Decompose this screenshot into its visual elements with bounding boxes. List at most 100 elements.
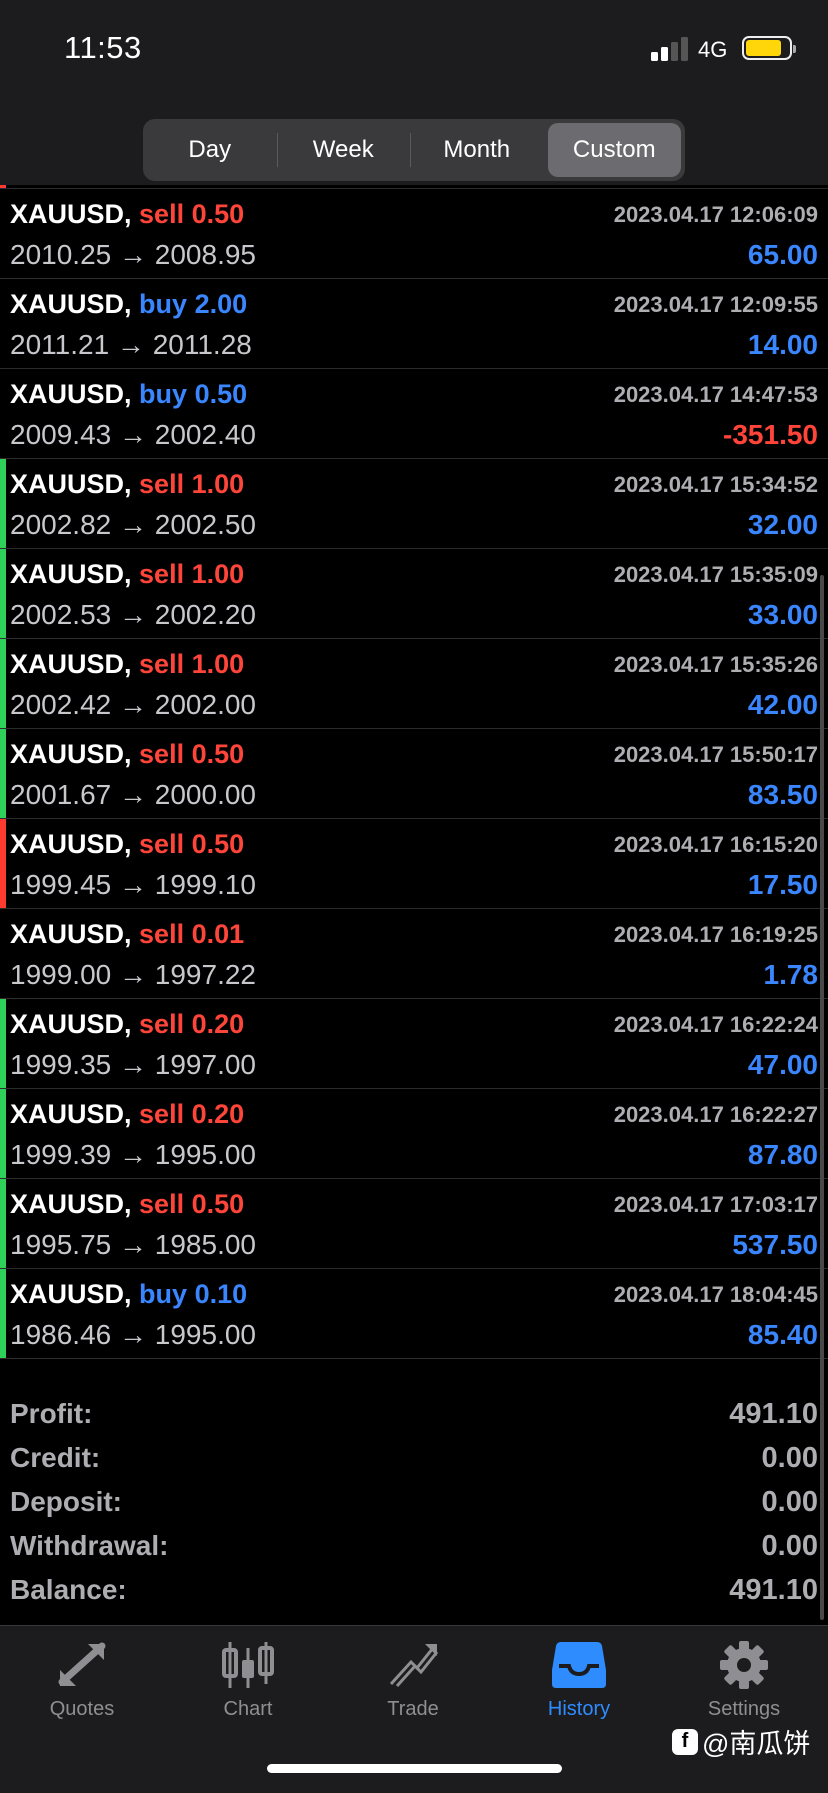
summary-label: Profit: <box>10 1398 93 1429</box>
chart-icon <box>222 1642 274 1688</box>
tab-trade[interactable]: Trade <box>343 1640 483 1721</box>
trade-volume: 1.00 <box>191 469 245 499</box>
trade-row[interactable]: XAUUSD, sell 1.00 2023.04.17 15:35:09 2002… <box>0 549 828 639</box>
home-indicator[interactable] <box>267 1764 562 1773</box>
trade-side: sell <box>139 199 185 229</box>
trade-row[interactable]: XAUUSD, sell 0.50 2023.04.17 12:06:09 2010… <box>0 189 828 279</box>
trade-symbol-line: XAUUSD, buy 0.10 <box>10 1279 247 1310</box>
tab-month[interactable]: Month <box>410 119 544 181</box>
trade-row[interactable]: XAUUSD, sell 0.20 2023.04.17 16:22:27 1999… <box>0 1089 828 1179</box>
tab-week[interactable]: Week <box>276 119 411 181</box>
trade-profit: 537.50 <box>732 1229 818 1260</box>
tab-settings[interactable]: Settings <box>674 1640 814 1721</box>
scrollbar[interactable] <box>820 575 824 1620</box>
trade-volume: 0.50 <box>191 199 245 229</box>
close-price: 1997.00 <box>154 1049 256 1080</box>
trade-symbol: XAUUSD, <box>10 1189 132 1219</box>
trade-row[interactable]: XAUUSD, sell 0.50 2023.04.17 15:50:17 2001… <box>0 729 828 819</box>
trade-symbol-line: XAUUSD, sell 0.01 <box>10 919 244 950</box>
trade-prices: 1986.46 → 1995.00 <box>10 1319 256 1350</box>
trade-profit: 65.00 <box>747 239 818 270</box>
trade-symbol-line: XAUUSD, sell 1.00 <box>10 469 244 500</box>
trade-symbol-line: XAUUSD, sell 0.20 <box>10 1009 244 1040</box>
summary-row: Credit: 0.00 <box>0 1438 828 1482</box>
trade-side: sell <box>139 1189 185 1219</box>
trade-profit: 33.00 <box>747 599 818 630</box>
summary-row: Profit: 491.10 <box>0 1394 828 1438</box>
trade-row[interactable]: XAUUSD, buy 0.10 2023.04.17 18:04:45 1986.… <box>0 1269 828 1359</box>
tab-chart[interactable]: Chart <box>178 1640 318 1721</box>
trade-profit: 85.40 <box>747 1319 818 1350</box>
trade-symbol: XAUUSD, <box>10 559 132 589</box>
trade-symbol-line: XAUUSD, sell 0.50 <box>10 829 244 860</box>
trade-prices: 2002.53 → 2002.20 <box>10 599 256 630</box>
trade-profit: 42.00 <box>747 689 818 720</box>
summary-row: Deposit: 0.00 <box>0 1482 828 1526</box>
trade-row[interactable]: XAUUSD, buy 0.50 2023.04.17 14:47:53 2009.… <box>0 369 828 459</box>
trade-datetime: 2023.04.17 16:22:24 <box>613 1012 818 1037</box>
trade-row[interactable]: XAUUSD, buy 2.00 2023.04.17 12:09:55 2011.… <box>0 279 828 369</box>
trade-icon <box>389 1644 439 1688</box>
summary-value: 0.00 <box>761 1442 818 1474</box>
trade-prices: 2001.67 → 2000.00 <box>10 779 256 810</box>
close-price: 1985.00 <box>154 1229 256 1260</box>
trade-symbol: XAUUSD, <box>10 379 132 409</box>
trade-symbol: XAUUSD, <box>10 829 132 859</box>
trade-volume: 0.10 <box>194 1279 248 1309</box>
open-price: 1986.46 <box>10 1319 112 1350</box>
open-price: 2002.42 <box>10 689 112 720</box>
tab-custom[interactable]: Custom <box>547 123 681 177</box>
watermark: f @南瓜饼 <box>672 1722 810 1761</box>
trade-profit: 14.00 <box>747 329 818 360</box>
summary-label: Credit: <box>10 1442 101 1473</box>
trade-row[interactable]: XAUUSD, sell 0.20 2023.04.17 16:22:24 1999… <box>0 999 828 1089</box>
trade-prices: 2009.43 → 2002.40 <box>10 419 256 450</box>
close-price: 2000.00 <box>154 779 256 810</box>
trade-symbol: XAUUSD, <box>10 649 132 679</box>
open-price: 1995.75 <box>10 1229 112 1260</box>
tab-quotes[interactable]: Quotes <box>12 1640 152 1721</box>
network-type: 4G <box>698 37 728 62</box>
trade-symbol: XAUUSD, <box>10 289 132 319</box>
close-price: 1999.10 <box>154 869 256 900</box>
open-price: 2011.21 <box>10 329 110 360</box>
trade-symbol: XAUUSD, <box>10 199 132 229</box>
trade-profit: 32.00 <box>747 509 818 540</box>
trade-symbol: XAUUSD, <box>10 739 132 769</box>
open-price: 2002.53 <box>10 599 112 630</box>
trade-volume: 0.50 <box>191 739 245 769</box>
trade-row[interactable]: XAUUSD, sell 1.00 2023.04.17 15:35:26 2002… <box>0 639 828 729</box>
settings-icon <box>720 1641 768 1689</box>
trade-datetime: 2023.04.17 17:03:17 <box>613 1192 818 1217</box>
trade-symbol: XAUUSD, <box>10 919 132 949</box>
tab-day[interactable]: Day <box>143 119 277 181</box>
trade-symbol-line: XAUUSD, sell 0.20 <box>10 1099 244 1130</box>
summary-value: 491.10 <box>729 1574 818 1606</box>
summary-value: 0.00 <box>761 1530 818 1562</box>
trade-symbol-line: XAUUSD, buy 0.50 <box>10 379 247 410</box>
trade-datetime: 2023.04.17 12:06:09 <box>613 202 818 227</box>
summary-label: Deposit: <box>10 1486 122 1517</box>
trade-datetime: 2023.04.17 16:19:25 <box>613 922 818 947</box>
tab-history[interactable]: History <box>509 1640 649 1721</box>
trade-row[interactable]: XAUUSD, sell 0.01 2023.04.17 16:19:25 1999… <box>0 909 828 999</box>
trade-symbol-line: XAUUSD, sell 1.00 <box>10 649 244 680</box>
trade-row[interactable]: XAUUSD, sell 0.50 2023.04.17 16:15:20 1999… <box>0 819 828 909</box>
trade-datetime: 2023.04.17 14:47:53 <box>613 382 818 407</box>
trade-datetime: 2023.04.17 12:09:55 <box>613 292 818 317</box>
trade-row[interactable]: XAUUSD, sell 0.50 2023.04.17 17:03:17 1995… <box>0 1179 828 1269</box>
trade-volume: 0.20 <box>191 1099 245 1129</box>
trade-prices: 2011.21 → 2011.28 <box>10 329 252 360</box>
summary-value: 0.00 <box>761 1486 818 1518</box>
summary-label: Balance: <box>10 1574 127 1605</box>
period-selector: Day Week Month Custom <box>143 119 685 181</box>
trade-row[interactable]: XAUUSD, sell 1.00 2023.04.17 15:34:52 2002… <box>0 459 828 549</box>
trade-history-list[interactable]: 2010.51 → 2010.41-5.00XAUUSD, sell 0.502… <box>0 149 828 1359</box>
summary-row: Balance: 491.10 <box>0 1570 828 1614</box>
trade-datetime: 2023.04.17 15:35:26 <box>613 652 818 677</box>
trade-side: sell <box>139 649 185 679</box>
history-icon <box>552 1642 606 1688</box>
trade-side: sell <box>139 919 185 949</box>
trade-side: buy <box>139 289 188 319</box>
trade-volume: 1.00 <box>191 649 245 679</box>
